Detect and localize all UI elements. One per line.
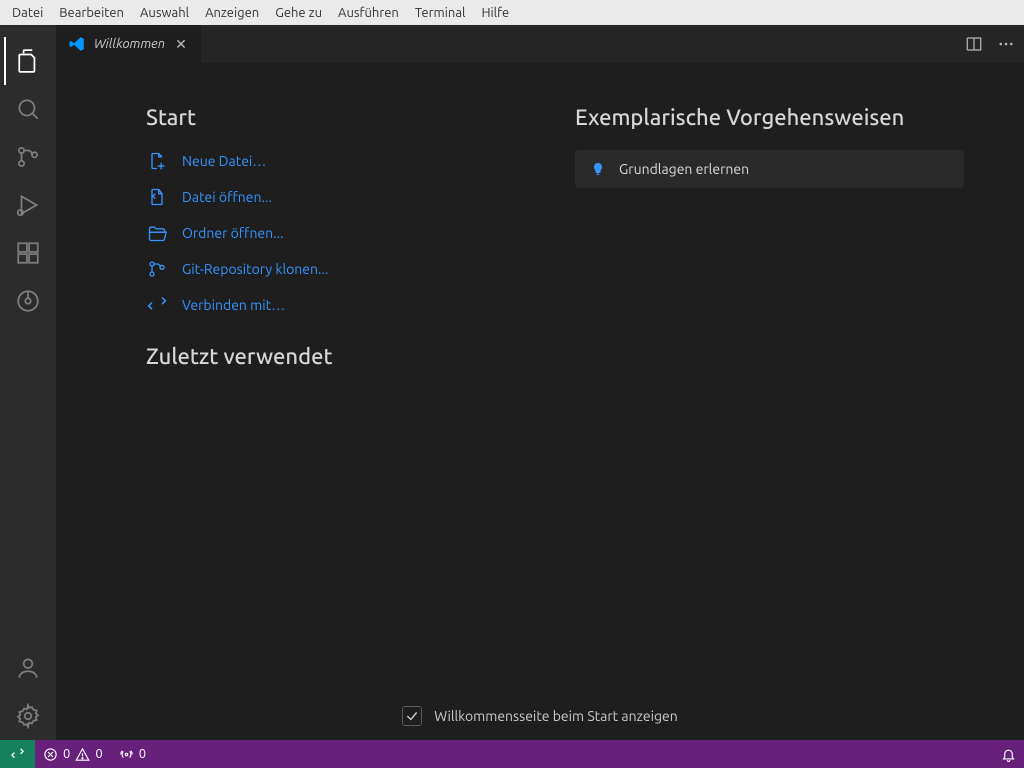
- start-clone-repo[interactable]: Git-Repository klonen...: [146, 258, 535, 280]
- start-new-file[interactable]: Neue Datei…: [146, 150, 535, 172]
- show-welcome-label: Willkommensseite beim Start anzeigen: [434, 708, 678, 724]
- editor-tabbar: Willkommen ✕: [56, 25, 1024, 63]
- remote-explorer-icon[interactable]: [4, 277, 52, 325]
- status-forwarded-ports[interactable]: 0: [111, 740, 154, 768]
- git-clone-icon: [146, 258, 168, 280]
- start-open-folder[interactable]: Ordner öffnen...: [146, 222, 535, 244]
- tab-close-icon[interactable]: ✕: [173, 36, 189, 53]
- walkthrough-learn-basics[interactable]: Grundlagen erlernen: [575, 150, 964, 188]
- menu-datei[interactable]: Datei: [4, 3, 51, 23]
- menu-anzeigen[interactable]: Anzeigen: [197, 3, 267, 23]
- warning-icon: [75, 747, 90, 762]
- start-heading: Start: [146, 105, 535, 130]
- vscode-logo-icon: [68, 35, 86, 53]
- status-remote-button[interactable]: [0, 740, 35, 768]
- open-file-icon: [146, 186, 168, 208]
- extensions-icon[interactable]: [4, 229, 52, 277]
- activity-bar: [0, 25, 56, 740]
- tab-welcome[interactable]: Willkommen ✕: [56, 25, 201, 63]
- menu-ausfuehren[interactable]: Ausführen: [330, 3, 407, 23]
- status-bar: 0 0 0: [0, 740, 1024, 768]
- error-icon: [43, 747, 58, 762]
- status-error-count: 0: [63, 747, 70, 761]
- menu-auswahl[interactable]: Auswahl: [132, 3, 197, 23]
- start-item-label: Datei öffnen...: [182, 189, 272, 205]
- status-warning-count: 0: [95, 747, 102, 761]
- settings-gear-icon[interactable]: [4, 692, 52, 740]
- more-actions-icon[interactable]: [996, 34, 1016, 54]
- menu-hilfe[interactable]: Hilfe: [473, 3, 517, 23]
- start-connect-to[interactable]: Verbinden mit…: [146, 294, 535, 316]
- open-folder-icon: [146, 222, 168, 244]
- editor-region: Willkommen ✕ Start Neue: [56, 25, 1024, 740]
- run-debug-icon[interactable]: [4, 181, 52, 229]
- start-item-label: Git-Repository klonen...: [182, 261, 328, 277]
- menu-terminal[interactable]: Terminal: [407, 3, 474, 23]
- new-file-icon: [146, 150, 168, 172]
- split-editor-icon[interactable]: [964, 34, 984, 54]
- search-icon[interactable]: [4, 85, 52, 133]
- walkthroughs-heading: Exemplarische Vorgehensweisen: [575, 105, 964, 130]
- status-problems[interactable]: 0 0: [35, 740, 111, 768]
- ports-icon: [119, 747, 134, 762]
- show-welcome-checkbox[interactable]: [402, 706, 422, 726]
- system-menubar: Datei Bearbeiten Auswahl Anzeigen Gehe z…: [0, 0, 1024, 25]
- start-item-label: Neue Datei…: [182, 153, 266, 169]
- status-port-count: 0: [139, 747, 146, 761]
- status-notifications[interactable]: [993, 740, 1024, 768]
- bell-icon: [1001, 747, 1016, 762]
- recent-heading: Zuletzt verwendet: [146, 344, 535, 369]
- tab-title: Willkommen: [94, 37, 165, 51]
- lightbulb-icon: [589, 160, 607, 178]
- start-open-file[interactable]: Datei öffnen...: [146, 186, 535, 208]
- accounts-icon[interactable]: [4, 644, 52, 692]
- start-item-label: Ordner öffnen...: [182, 225, 284, 241]
- welcome-page: Start Neue Datei… Datei öffnen... Ord: [56, 63, 1024, 740]
- walkthrough-label: Grundlagen erlernen: [619, 161, 749, 177]
- explorer-icon[interactable]: [4, 37, 52, 85]
- menu-bearbeiten[interactable]: Bearbeiten: [51, 3, 132, 23]
- source-control-icon[interactable]: [4, 133, 52, 181]
- remote-connect-icon: [146, 294, 168, 316]
- start-item-label: Verbinden mit…: [182, 297, 285, 313]
- menu-gehe-zu[interactable]: Gehe zu: [267, 3, 330, 23]
